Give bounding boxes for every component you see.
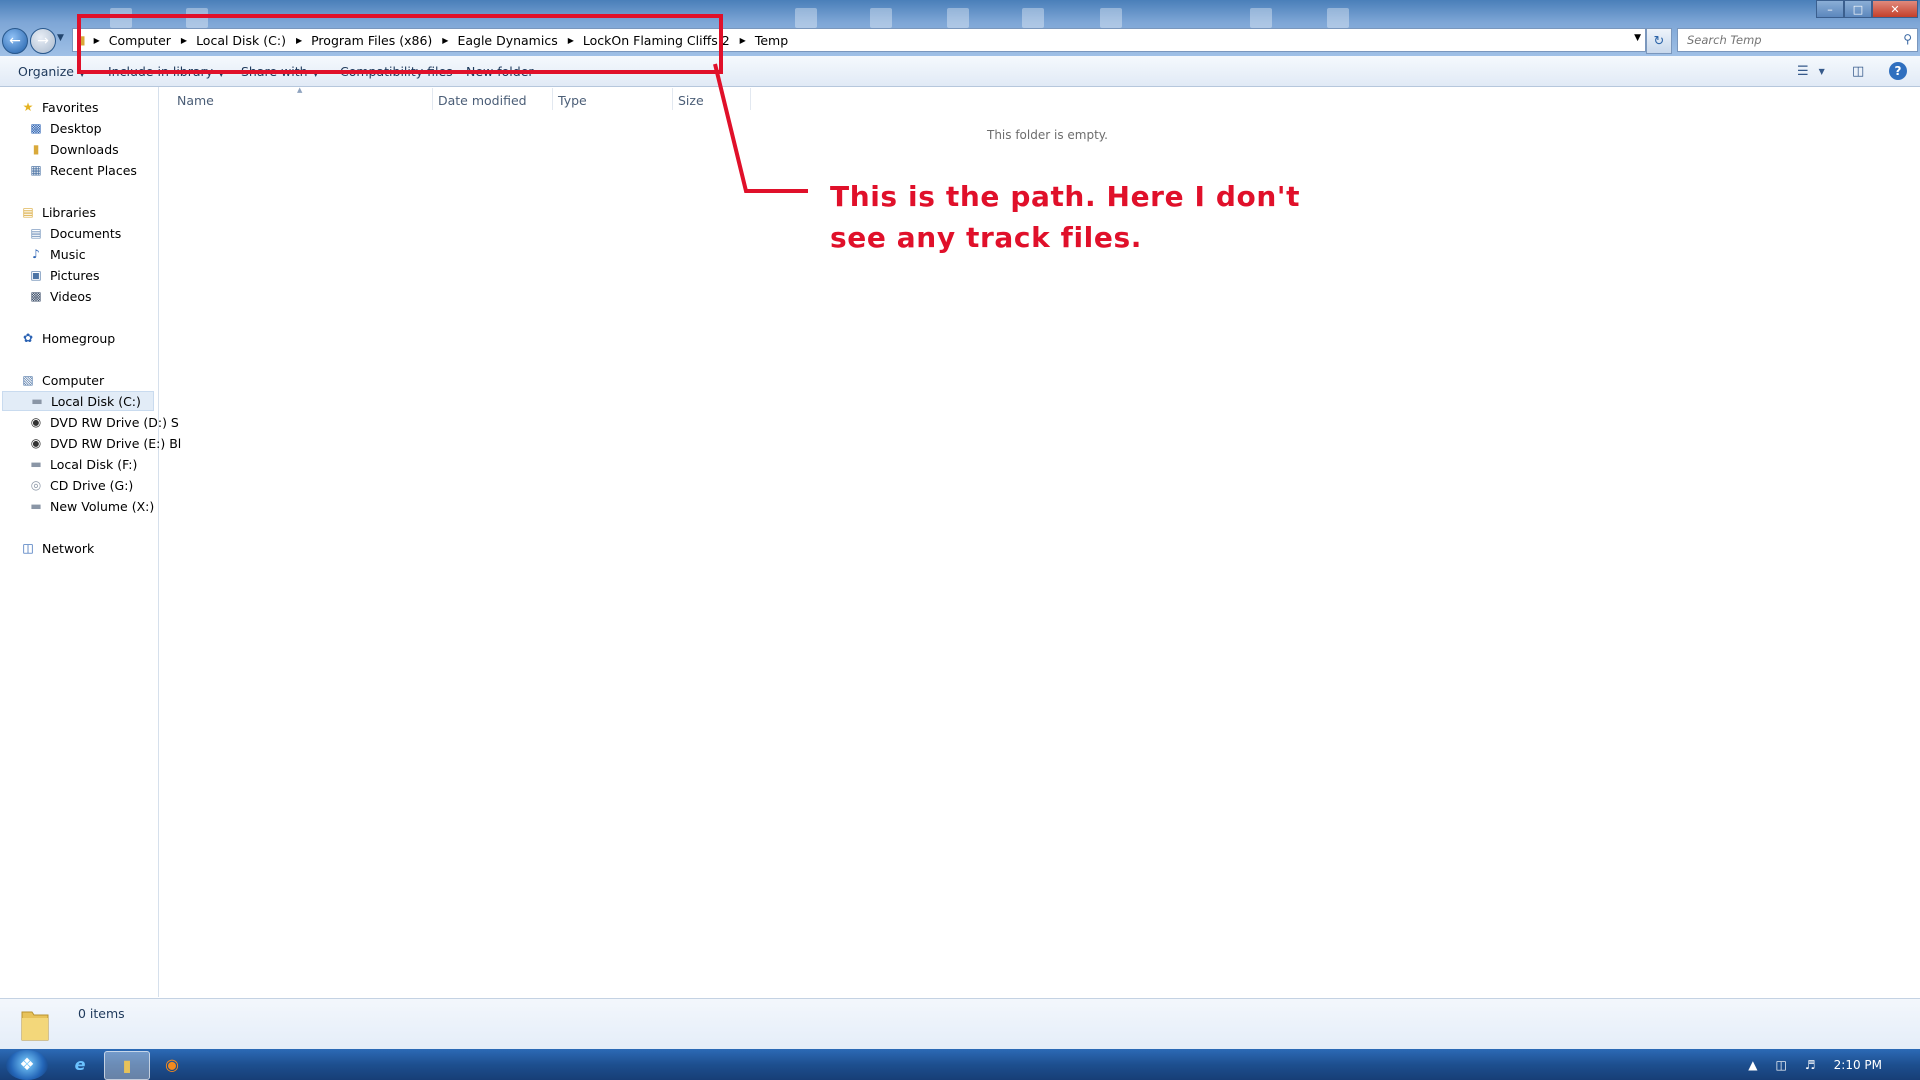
sort-ascending-icon: ▲ xyxy=(297,86,303,94)
cd-drive-icon: ◎ xyxy=(30,478,42,492)
volume-icon[interactable]: ♬ xyxy=(1805,1058,1816,1072)
column-divider[interactable] xyxy=(750,88,751,110)
nav-network[interactable]: ◫ Network xyxy=(20,538,94,558)
minimize-button[interactable]: – xyxy=(1816,0,1844,18)
show-hidden-icons-icon[interactable]: ▲ xyxy=(1748,1058,1757,1072)
music-icon: ♪ xyxy=(32,247,40,261)
back-button[interactable]: ← xyxy=(2,28,28,54)
column-divider[interactable] xyxy=(552,88,553,110)
search-box[interactable]: ⚲ xyxy=(1677,28,1918,52)
forward-button[interactable]: → xyxy=(30,28,56,54)
nav-item-desktop[interactable]: ▩ Desktop xyxy=(28,118,101,138)
annotation-line-1: This is the path. Here I don't xyxy=(830,180,1301,213)
desktop-ghost-icon xyxy=(795,8,817,28)
preview-pane-icon: ◫ xyxy=(1852,63,1865,79)
annotation-connector xyxy=(713,63,808,193)
clock[interactable]: 2:10 PM xyxy=(1834,1058,1882,1072)
nav-favorites[interactable]: ★ Favorites xyxy=(20,97,99,117)
dvd-drive-icon: ◉ xyxy=(30,436,42,450)
documents-icon: ▤ xyxy=(30,226,42,240)
details-pane: 0 items xyxy=(0,998,1920,1050)
local-disk-icon: ▬ xyxy=(30,457,42,471)
empty-folder-message: This folder is empty. xyxy=(987,128,1108,142)
network-icon: ◫ xyxy=(22,541,34,555)
chevron-down-icon: ▼ xyxy=(1818,66,1825,76)
nav-item-dvd-d[interactable]: ◉ DVD RW Drive (D:) S xyxy=(28,412,179,432)
preview-pane-button[interactable]: ◫ xyxy=(1852,62,1864,80)
column-header-date-modified[interactable]: Date modified xyxy=(438,93,527,108)
dvd-drive-icon: ◉ xyxy=(30,415,42,429)
window-controls: – □ ✕ xyxy=(1816,0,1918,18)
start-button[interactable]: ❖ xyxy=(6,1050,48,1080)
annotation-text: This is the path. Here I don't see any t… xyxy=(830,176,1370,258)
chevron-right-icon[interactable]: ▶ xyxy=(732,36,755,45)
nav-item-recent-places[interactable]: ▦ Recent Places xyxy=(28,160,137,180)
local-disk-icon: ▬ xyxy=(31,394,43,408)
nav-item-local-disk-c[interactable]: ▬ Local Disk (C:) xyxy=(2,391,154,411)
windows-logo-icon: ❖ xyxy=(19,1055,35,1075)
nav-item-new-volume-x[interactable]: ▬ New Volume (X:) xyxy=(28,496,154,516)
search-icon[interactable]: ⚲ xyxy=(1903,32,1912,46)
refresh-icon: ↻ xyxy=(1653,33,1665,49)
local-disk-icon: ▬ xyxy=(30,499,42,513)
nav-libraries[interactable]: ▤ Libraries xyxy=(20,202,96,222)
view-list-icon: ☰ xyxy=(1797,63,1809,79)
recent-places-icon: ▦ xyxy=(30,163,42,177)
internet-explorer-icon[interactable]: e xyxy=(58,1051,102,1078)
column-divider[interactable] xyxy=(432,88,433,110)
desktop-ghost-icon xyxy=(1022,8,1044,28)
desktop-icon: ▩ xyxy=(30,121,42,135)
desktop-ghost-icon xyxy=(870,8,892,28)
videos-icon: ▩ xyxy=(30,289,42,303)
star-icon: ★ xyxy=(22,100,34,114)
refresh-button[interactable]: ↻ xyxy=(1646,28,1672,54)
pictures-icon: ▣ xyxy=(30,268,42,282)
desktop-ghost-icon xyxy=(1327,8,1349,28)
desktop-ghost-icon xyxy=(947,8,969,28)
network-status-icon[interactable]: ◫ xyxy=(1776,1058,1787,1072)
annotation-highlight-box xyxy=(77,14,723,74)
desktop-ghost-icon xyxy=(1250,8,1272,28)
folder-icon xyxy=(21,1011,49,1041)
arrow-right-icon: → xyxy=(37,33,49,49)
nav-item-pictures[interactable]: ▣ Pictures xyxy=(28,265,99,285)
system-tray: ▲ ◫ ♬ 2:10 PM xyxy=(1748,1049,1920,1080)
breadcrumb-temp[interactable]: Temp xyxy=(755,29,790,51)
change-view-button[interactable]: ☰ ▼ xyxy=(1797,62,1825,80)
help-button[interactable]: ? xyxy=(1889,62,1907,80)
nav-item-cd-g[interactable]: ◎ CD Drive (G:) xyxy=(28,475,134,495)
nav-item-music[interactable]: ♪ Music xyxy=(28,244,85,264)
downloads-icon: ▮ xyxy=(32,142,40,156)
maximize-button[interactable]: □ xyxy=(1844,0,1872,18)
nav-computer[interactable]: ▧ Computer xyxy=(20,370,104,390)
computer-icon: ▧ xyxy=(22,373,34,387)
windows-explorer-icon[interactable]: ▮ xyxy=(104,1051,150,1080)
help-icon: ? xyxy=(1894,64,1902,78)
nav-item-local-disk-f[interactable]: ▬ Local Disk (F:) xyxy=(28,454,137,474)
annotation-line-2: see any track files. xyxy=(830,221,1142,254)
close-button[interactable]: ✕ xyxy=(1872,0,1918,18)
nav-item-downloads[interactable]: ▮ Downloads xyxy=(28,139,119,159)
column-divider[interactable] xyxy=(672,88,673,110)
column-header-name[interactable]: Name xyxy=(177,93,214,108)
column-header-type[interactable]: Type xyxy=(558,93,587,108)
items-count: 0 items xyxy=(78,1006,125,1021)
nav-item-dvd-e[interactable]: ◉ DVD RW Drive (E:) Bl xyxy=(28,433,182,453)
firefox-icon[interactable]: ◉ xyxy=(150,1051,194,1078)
taskbar: ❖ e ▮ ◉ ▲ ◫ ♬ 2:10 PM xyxy=(0,1049,1920,1080)
desktop-ghost-icon xyxy=(1100,8,1122,28)
recent-pages-button[interactable]: ▼ xyxy=(57,33,67,47)
column-header-size[interactable]: Size xyxy=(678,93,704,108)
chevron-down-icon: ▼ xyxy=(57,33,64,43)
libraries-icon: ▤ xyxy=(22,205,34,219)
arrow-left-icon: ← xyxy=(9,33,21,49)
search-input[interactable] xyxy=(1685,32,1894,48)
homegroup-icon: ✿ xyxy=(22,331,34,345)
nav-homegroup[interactable]: ✿ Homegroup xyxy=(20,328,115,348)
address-dropdown-icon[interactable]: ▼ xyxy=(1634,33,1641,43)
nav-item-documents[interactable]: ▤ Documents xyxy=(28,223,121,243)
navigation-pane: ★ Favorites ▩ Desktop ▮ Downloads ▦ Recent P… xyxy=(0,87,181,997)
nav-item-videos[interactable]: ▩ Videos xyxy=(28,286,91,306)
organize-button[interactable]: Organize ▼ xyxy=(18,64,85,79)
